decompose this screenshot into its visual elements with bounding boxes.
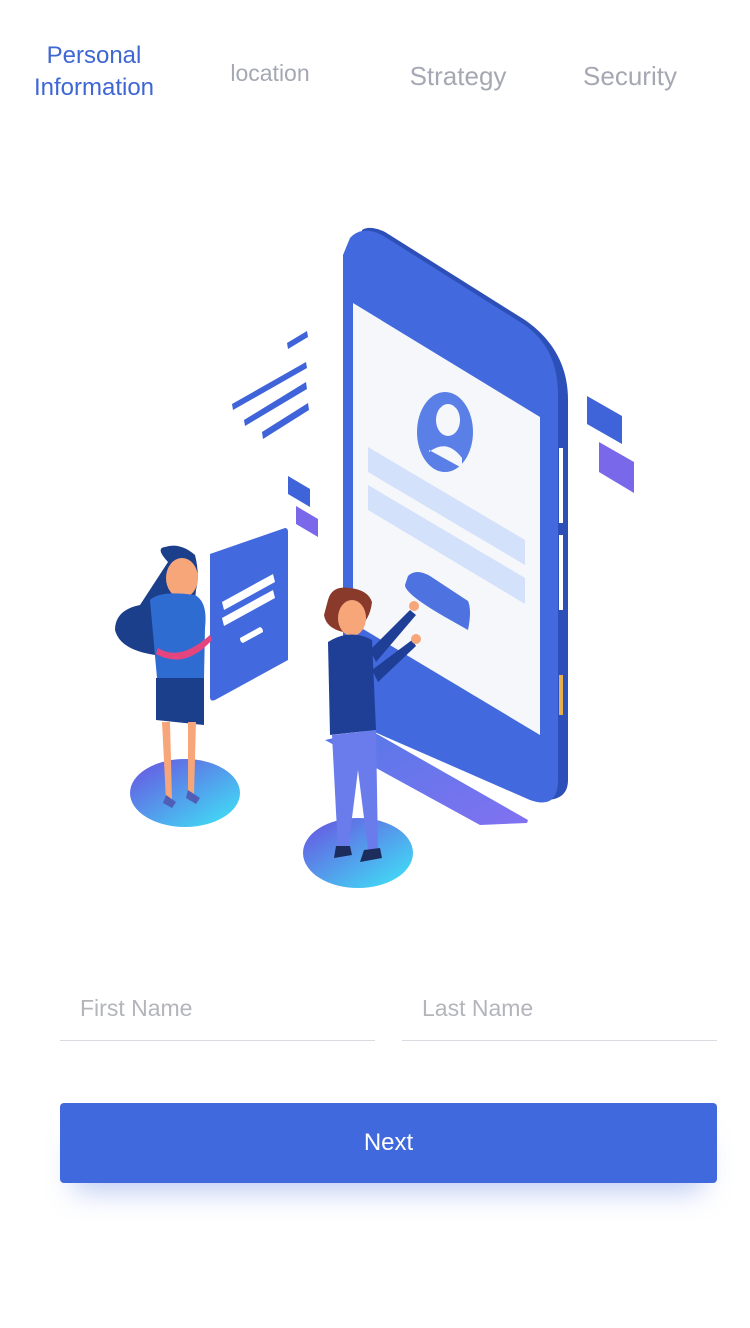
woman-pad <box>130 759 240 827</box>
tab-personal-information-line2: Information <box>33 74 155 101</box>
tab-strategy[interactable]: Strategy <box>390 60 526 92</box>
signup-phone-illustration <box>115 227 634 888</box>
tab-security[interactable]: Security <box>566 60 694 92</box>
stepper-tabs: Personal Information location Strategy S… <box>0 0 750 130</box>
decor-square-right-1 <box>587 396 622 444</box>
decor-square-left-2 <box>296 506 318 537</box>
first-name-input[interactable] <box>60 980 375 1036</box>
tab-personal-information[interactable]: Personal Information <box>20 40 168 104</box>
phone-side-button-3 <box>559 675 563 715</box>
tab-personal-information-line1: Personal <box>46 42 142 69</box>
decor-square-left-1 <box>288 476 310 507</box>
decor-stripes-left <box>232 331 309 439</box>
phone-side-button-1 <box>559 448 563 523</box>
tab-location[interactable]: location <box>210 57 330 89</box>
last-name-field <box>402 980 717 1041</box>
last-name-input[interactable] <box>402 980 717 1036</box>
phone-side-button-2 <box>559 535 563 610</box>
avatar-icon <box>417 392 473 472</box>
man-pad <box>303 818 413 888</box>
first-name-field <box>60 980 375 1041</box>
decor-square-right-2 <box>599 442 634 493</box>
next-button[interactable]: Next <box>60 1103 717 1183</box>
floating-card <box>210 528 288 701</box>
